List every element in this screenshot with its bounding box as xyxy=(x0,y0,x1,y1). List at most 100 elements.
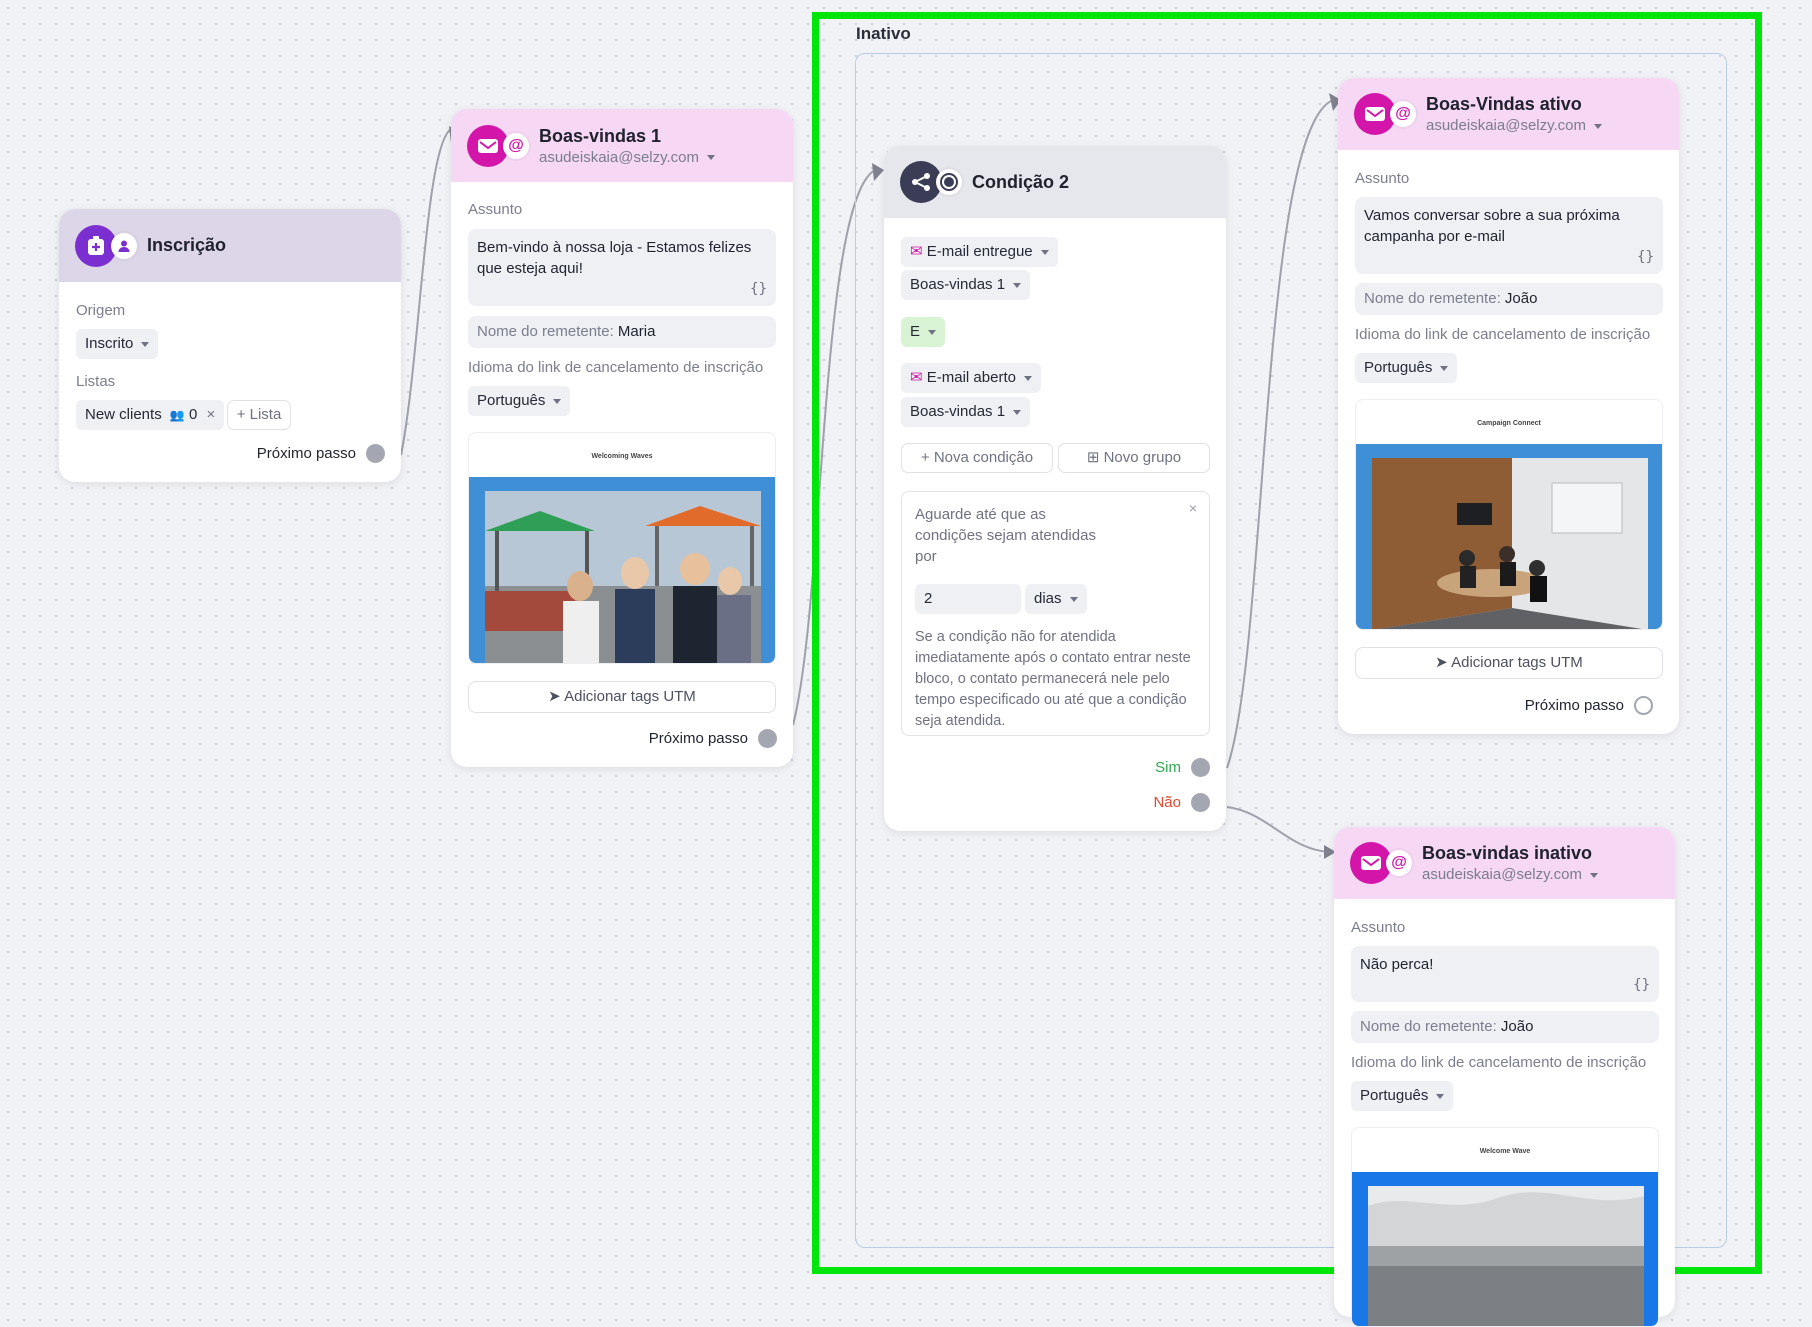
no-branch[interactable]: Não xyxy=(1153,793,1210,812)
next-step-label: Próximo passo xyxy=(1524,697,1624,714)
variables-icon[interactable]: {} xyxy=(750,279,767,300)
unsubscribe-language-label: Idioma do link de cancelamento de inscri… xyxy=(1355,326,1651,343)
list-tag-name: New clients xyxy=(85,406,162,423)
next-step[interactable]: Próximo passo xyxy=(649,729,777,748)
yes-branch[interactable]: Sim xyxy=(1155,758,1210,777)
card-title: Boas-vindas 1 xyxy=(539,125,662,146)
subject-text: Bem-vindo à nossa loja - Estamos felizes… xyxy=(477,239,752,277)
chevron-down-icon xyxy=(1023,375,1032,381)
sender-name-field[interactable]: Nome do remetente: João xyxy=(1351,1011,1659,1043)
group-label: Inativo xyxy=(856,24,911,43)
sender-name-field[interactable]: Nome do remetente: Maria xyxy=(468,316,776,348)
origin-select[interactable]: Inscrito xyxy=(76,329,159,359)
preview-image xyxy=(1356,444,1662,629)
close-icon[interactable]: × xyxy=(1189,500,1197,516)
preview-title: Campaign Connect xyxy=(1477,420,1541,427)
new-group-button[interactable]: ⊞ Novo grupo xyxy=(1058,443,1210,473)
next-step-connector[interactable] xyxy=(758,729,777,748)
card-header: @ Boas-Vindas ativo asudeiskaia@selzy.co… xyxy=(1338,78,1679,150)
subscription-trigger-card[interactable]: Inscrição Origem Inscrito Listas New cli… xyxy=(59,209,401,482)
preview-image xyxy=(469,477,775,663)
sender-select[interactable]: asudeiskaia@selzy.com xyxy=(1426,117,1603,134)
condition-event-select-2[interactable]: ✉ E-mail aberto xyxy=(901,363,1041,393)
chevron-down-icon xyxy=(1594,123,1603,129)
list-tag-count: 0 xyxy=(189,406,198,423)
next-step-connector[interactable] xyxy=(1634,696,1653,715)
wait-text: Aguarde até que as condições sejam atend… xyxy=(915,506,1096,565)
subject-label: Assunto xyxy=(468,201,523,218)
chevron-down-icon xyxy=(1590,872,1599,878)
chevron-down-icon xyxy=(1013,409,1022,415)
wait-value-input[interactable]: 2 xyxy=(915,584,1021,614)
chevron-down-icon xyxy=(707,155,716,161)
no-connector[interactable] xyxy=(1191,793,1210,812)
subject-field[interactable]: Não perca! {} xyxy=(1351,946,1659,1002)
card-title: Condição 2 xyxy=(972,171,1070,192)
email-card-welcome-inactive[interactable]: @ Boas-vindas inativo asudeiskaia@selzy.… xyxy=(1334,827,1675,1327)
envelope-icon: ✉ xyxy=(910,243,923,260)
next-step-label: Próximo passo xyxy=(648,730,748,747)
email-preview[interactable]: Campaign Connect xyxy=(1355,399,1663,630)
sender-select[interactable]: asudeiskaia@selzy.com xyxy=(539,149,716,166)
tag-icon: ➤ xyxy=(548,688,561,705)
add-utm-tags-button[interactable]: ➤ Adicionar tags UTM xyxy=(1355,647,1663,679)
sender-select[interactable]: asudeiskaia@selzy.com xyxy=(1422,866,1599,883)
email-card-welcome-1[interactable]: @ Boas-vindas 1 asudeiskaia@selzy.com As… xyxy=(451,109,793,767)
add-utm-tags-button[interactable]: ➤ Adicionar tags UTM xyxy=(468,681,776,713)
email-preview[interactable]: Welcome Wave xyxy=(1351,1127,1659,1327)
people-icon: 👥 xyxy=(169,408,185,422)
remove-icon[interactable]: × xyxy=(207,406,216,423)
yes-connector[interactable] xyxy=(1191,758,1210,777)
chevron-down-icon xyxy=(928,329,937,335)
operator-select[interactable]: E xyxy=(901,317,946,347)
origin-label: Origem xyxy=(76,302,126,319)
at-icon: @ xyxy=(1390,101,1416,127)
preview-title: Welcoming Waves xyxy=(591,453,653,460)
sender-name-field[interactable]: Nome do remetente: João xyxy=(1355,283,1663,315)
subject-label: Assunto xyxy=(1351,919,1406,936)
chevron-down-icon xyxy=(553,398,562,404)
subject-field[interactable]: Bem-vindo à nossa loja - Estamos felizes… xyxy=(468,229,776,306)
user-icon xyxy=(111,232,137,259)
chevron-down-icon xyxy=(1069,596,1078,602)
next-step-label: Próximo passo xyxy=(256,445,356,462)
chevron-down-icon xyxy=(1013,282,1022,288)
card-header: Condição 2 xyxy=(884,146,1226,218)
condition-card[interactable]: Condição 2 ✉ E-mail entregue Boas-vindas… xyxy=(884,146,1226,831)
language-select[interactable]: Português xyxy=(1355,353,1458,383)
preview-title: Welcome Wave xyxy=(1479,1148,1531,1155)
language-select[interactable]: Português xyxy=(1351,1081,1454,1111)
condition-email-select-2[interactable]: Boas-vindas 1 xyxy=(901,397,1031,427)
subject-text: Não perca! xyxy=(1360,956,1434,973)
subject-field[interactable]: Vamos conversar sobre a sua próxima camp… xyxy=(1355,197,1663,274)
wait-unit-select[interactable]: dias xyxy=(1025,584,1087,614)
variables-icon[interactable]: {} xyxy=(1633,975,1650,996)
unsubscribe-language-label: Idioma do link de cancelamento de inscri… xyxy=(1351,1054,1647,1071)
add-list-button[interactable]: + Lista xyxy=(227,400,291,430)
next-step-connector[interactable] xyxy=(366,444,385,463)
next-step[interactable]: Próximo passo xyxy=(1525,696,1653,715)
no-label: Não xyxy=(1153,794,1181,811)
chevron-down-icon xyxy=(1040,249,1049,255)
card-title: Boas-vindas inativo xyxy=(1422,843,1593,863)
next-step[interactable]: Próximo passo xyxy=(257,444,385,463)
card-header: Inscrição xyxy=(59,209,401,282)
card-header: @ Boas-vindas 1 asudeiskaia@selzy.com xyxy=(451,109,793,182)
unsubscribe-language-label: Idioma do link de cancelamento de inscri… xyxy=(468,359,764,376)
chevron-down-icon xyxy=(141,341,150,347)
list-tag[interactable]: New clients 👥 0 × xyxy=(76,400,225,430)
new-condition-button[interactable]: + Nova condição xyxy=(901,443,1053,473)
subject-text: Vamos conversar sobre a sua próxima camp… xyxy=(1364,207,1620,245)
chevron-down-icon xyxy=(1436,1093,1445,1099)
condition-email-select[interactable]: Boas-vindas 1 xyxy=(901,270,1031,300)
language-select[interactable]: Português xyxy=(468,386,571,416)
record-icon xyxy=(936,169,962,195)
lists-label: Listas xyxy=(76,373,116,390)
envelope-open-icon: ✉ xyxy=(910,369,923,386)
wait-panel: Aguarde até que as condições sejam atend… xyxy=(901,491,1210,736)
chevron-down-icon xyxy=(1440,365,1449,371)
email-card-welcome-active[interactable]: @ Boas-Vindas ativo asudeiskaia@selzy.co… xyxy=(1338,78,1679,734)
email-preview[interactable]: Welcoming Waves xyxy=(468,432,776,664)
condition-event-select[interactable]: ✉ E-mail entregue xyxy=(901,237,1058,267)
variables-icon[interactable]: {} xyxy=(1637,247,1654,268)
